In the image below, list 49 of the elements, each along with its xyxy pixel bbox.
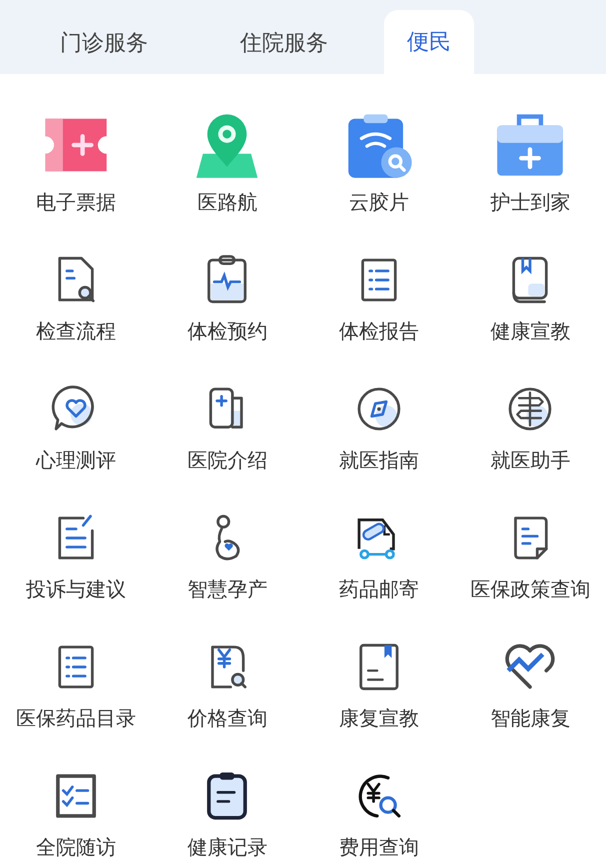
service-item[interactable]: 护士到家 (454, 108, 606, 227)
service-label: 医院介绍 (187, 447, 268, 474)
service-label: 就医指南 (338, 447, 419, 474)
service-label: 药品邮寄 (338, 576, 419, 603)
service-item[interactable]: 价格查询 (152, 624, 303, 743)
service-label: 医保政策查询 (470, 576, 590, 603)
service-label: 检查流程 (36, 318, 116, 345)
service-label: 医保药品目录 (16, 705, 136, 732)
service-label: 护士到家 (490, 189, 570, 216)
tab[interactable]: 便民 (384, 10, 474, 74)
service-label: 云胶片 (348, 189, 409, 216)
service-item[interactable]: 检查流程 (0, 237, 152, 356)
service-item[interactable]: 心理测评 (0, 366, 152, 485)
service-item[interactable]: 医院介绍 (152, 366, 303, 485)
tab[interactable]: 门诊服务 (14, 12, 194, 74)
service-label: 医路航 (197, 189, 258, 216)
service-item[interactable]: 健康宣教 (454, 237, 606, 356)
service-item[interactable]: 云胶片 (303, 108, 454, 227)
service-label: 费用查询 (338, 834, 419, 861)
service-label: 价格查询 (187, 705, 268, 732)
service-item[interactable]: 智慧孕产 (152, 495, 303, 614)
service-label: 体检报告 (338, 318, 419, 345)
service-item[interactable]: 投诉与建议 (0, 495, 152, 614)
service-label: 智慧孕产 (187, 576, 268, 603)
service-label: 体检预约 (187, 318, 268, 345)
service-item[interactable]: 医保药品目录 (0, 624, 152, 743)
service-item[interactable]: 电子票据 (0, 108, 152, 227)
service-item[interactable]: 体检预约 (152, 237, 303, 356)
service-label: 健康宣教 (490, 318, 570, 345)
service-item[interactable]: 康复宣教 (303, 624, 454, 743)
service-label: 电子票据 (36, 189, 116, 216)
service-item[interactable]: 医路航 (152, 108, 303, 227)
service-item[interactable]: 健康记录 (152, 753, 303, 866)
service-label: 康复宣教 (338, 705, 419, 732)
service-label: 心理测评 (36, 447, 116, 474)
service-label: 投诉与建议 (26, 576, 126, 603)
service-label: 智能康复 (490, 705, 570, 732)
service-item[interactable]: 就医指南 (303, 366, 454, 485)
service-item[interactable]: 智能康复 (454, 624, 606, 743)
service-item[interactable]: 药品邮寄 (303, 495, 454, 614)
service-label: 就医助手 (490, 447, 570, 474)
service-item[interactable]: 就医助手 (454, 366, 606, 485)
tab[interactable]: 住院服务 (194, 12, 374, 74)
service-item[interactable]: 费用查询 (303, 753, 454, 866)
service-label: 全院随访 (36, 834, 116, 861)
service-item[interactable]: 全院随访 (0, 753, 152, 866)
service-label: 健康记录 (187, 834, 268, 861)
service-item[interactable]: 医保政策查询 (454, 495, 606, 614)
service-item[interactable]: 体检报告 (303, 237, 454, 356)
